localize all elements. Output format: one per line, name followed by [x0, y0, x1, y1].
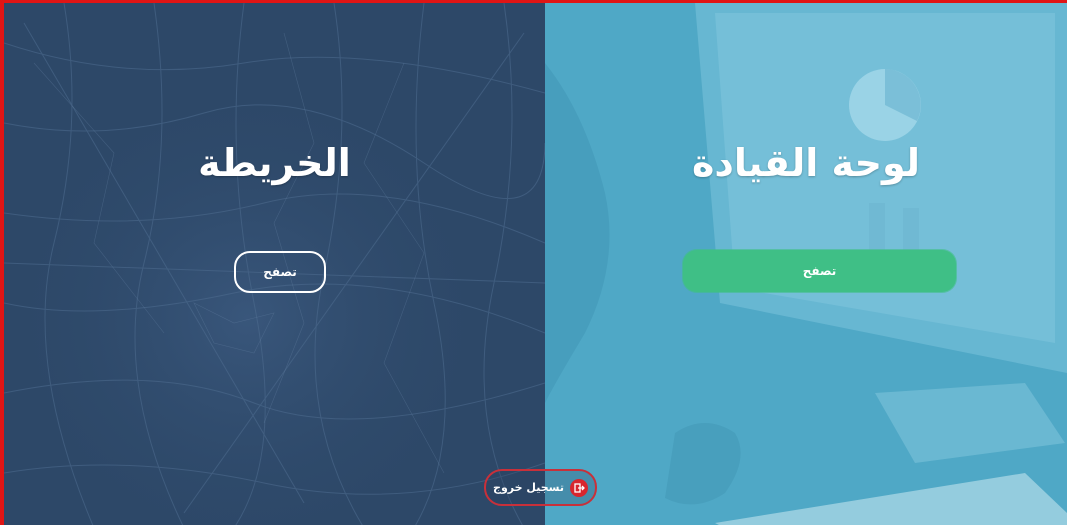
- dashboard-panel: لوحة القيادة تصفح: [545, 3, 1067, 525]
- dashboard-browse-button[interactable]: تصفح: [683, 250, 956, 292]
- logout-button[interactable]: تسجيل خروج: [484, 469, 597, 506]
- map-panel: الخريطة تصفح: [4, 3, 545, 525]
- logout-label: تسجيل خروج: [493, 481, 564, 494]
- map-title: الخريطة: [198, 141, 351, 185]
- map-browse-button[interactable]: تصفح: [234, 251, 326, 293]
- dashboard-title: لوحة القيادة: [691, 141, 921, 185]
- logout-icon: [569, 478, 588, 497]
- page-frame: الخريطة تصفح لوحة القيادة تصفح تسجيل خرو…: [0, 0, 1067, 525]
